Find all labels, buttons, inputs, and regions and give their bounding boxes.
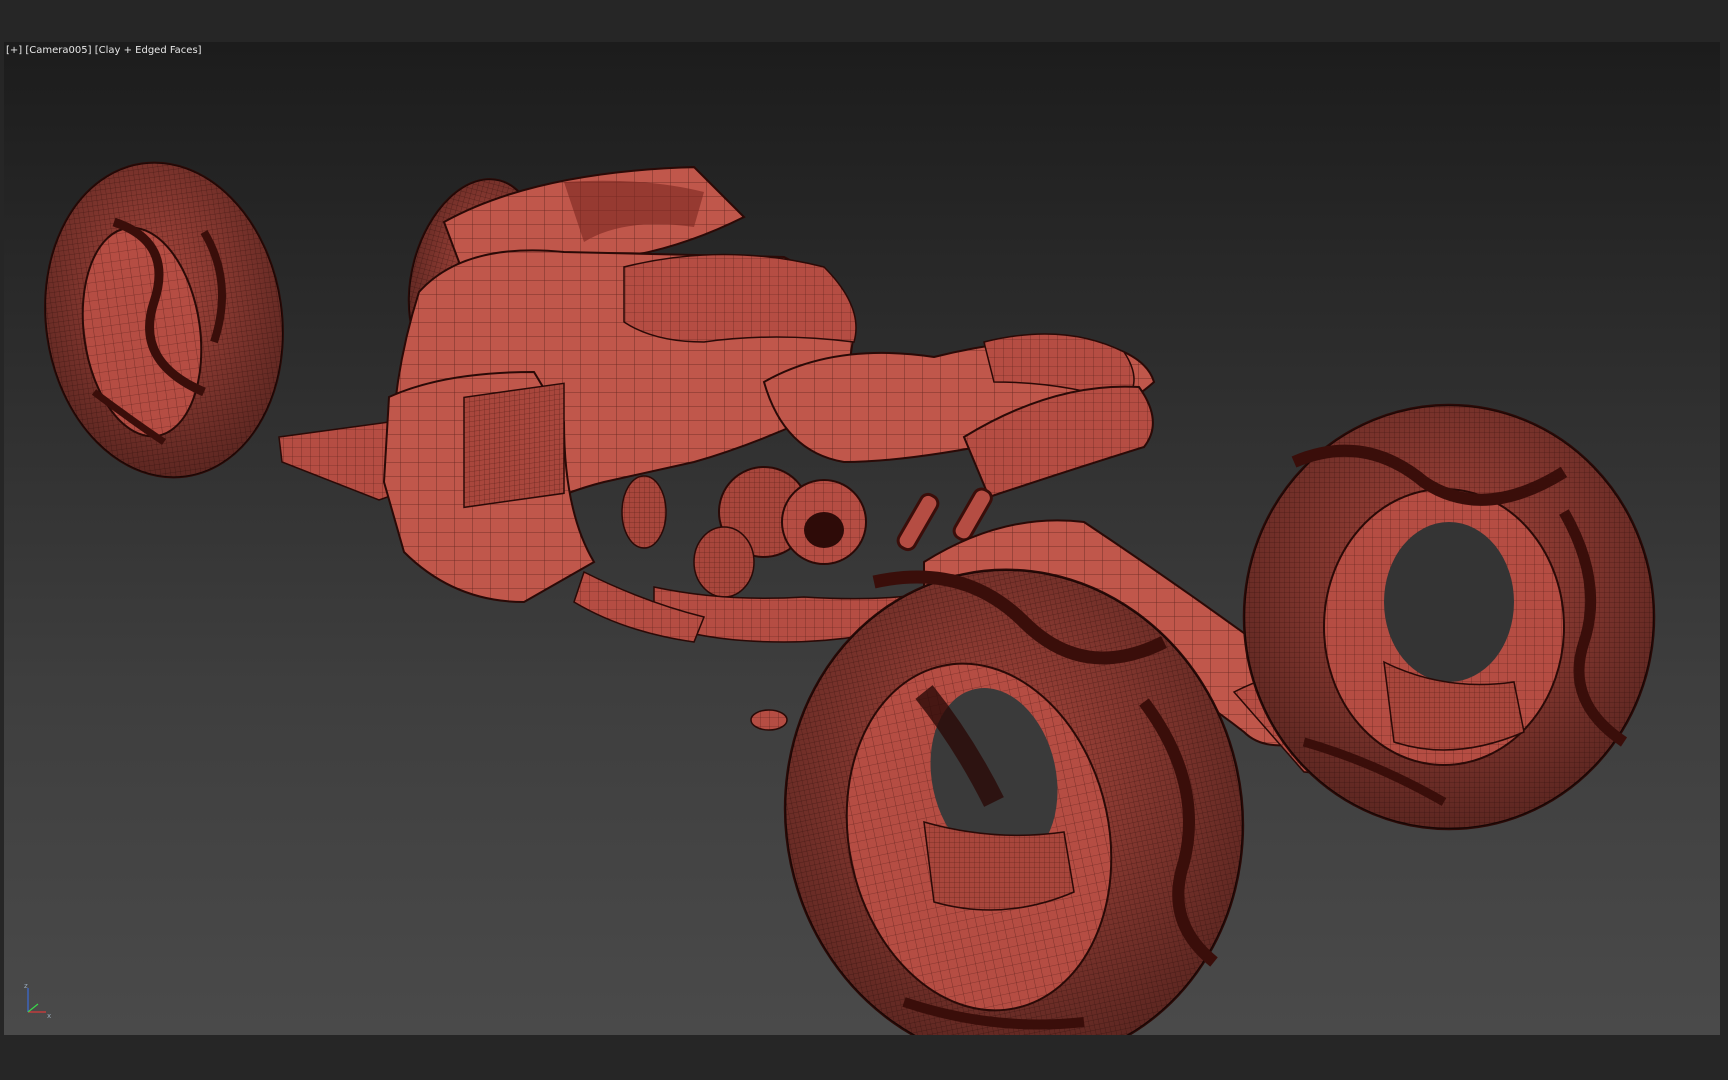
axis-gizmo-icon: z x <box>24 982 51 1020</box>
wheel-rear-right <box>1242 403 1656 831</box>
wheel-far-left <box>44 161 284 479</box>
viewport-camera[interactable]: [+] [Camera005] [Clay + Edged Faces] z x <box>4 42 1720 1035</box>
foot-peg <box>750 709 788 731</box>
app-window: [+] [Camera005] [Clay + Edged Faces] z x <box>0 0 1728 1080</box>
axis-label-z: z <box>24 982 28 990</box>
3d-model-render <box>44 161 1656 1035</box>
axis-label-x: x <box>47 1012 51 1020</box>
